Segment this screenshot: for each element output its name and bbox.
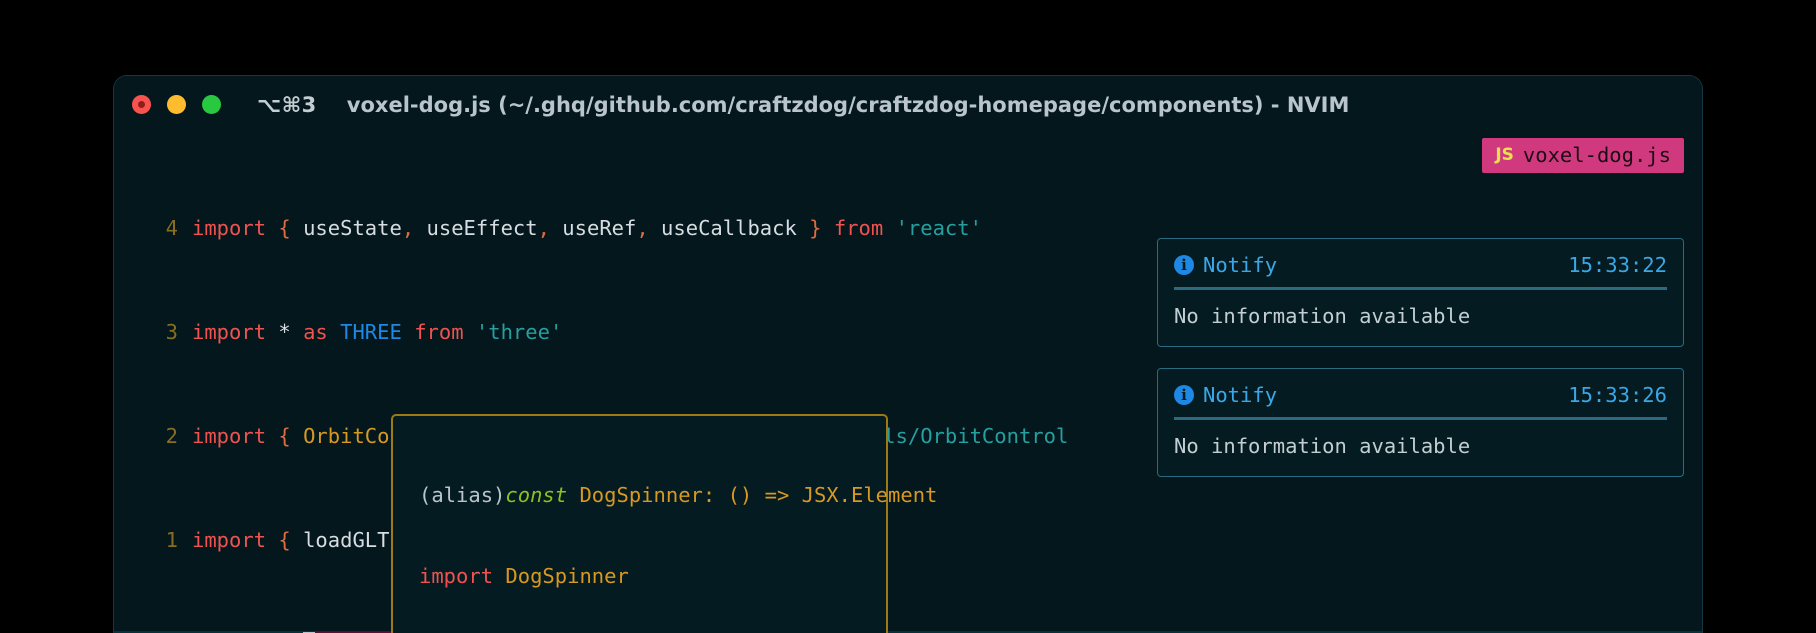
line-number: 1 (165, 528, 178, 552)
notification-toast[interactable]: i Notify 15:33:26 No information availab… (1157, 368, 1684, 477)
hover-import-line: import DogSpinner (393, 563, 886, 590)
notification-title-group: i Notify (1174, 253, 1277, 277)
notification-body: No information available (1174, 434, 1471, 458)
hover-signature-text: DogSpinner: () => JSX.Element (567, 483, 938, 507)
line-number: 4 (165, 216, 178, 240)
notification-timestamp: 15:33:26 (1568, 383, 1667, 407)
line-number: 3 (165, 320, 178, 344)
hover-import-keyword: import (419, 564, 494, 588)
zoom-button[interactable] (202, 95, 221, 114)
buffer-tab-filename: voxel-dog.js (1522, 143, 1671, 167)
minimize-button[interactable] (167, 95, 186, 114)
info-icon: i (1174, 255, 1194, 275)
notification-body: No information available (1174, 304, 1471, 328)
line-content: import * as THREE from 'three' (192, 320, 563, 344)
hover-import-name: DogSpinner (493, 564, 629, 588)
js-file-icon: JS (1495, 145, 1514, 165)
code-line: 1 import { loadGLTFModel } from '../lib/… (114, 527, 1702, 553)
notification-title: Notify (1203, 383, 1278, 407)
lsp-hover-tooltip: (alias)const DogSpinner: () => JSX.Eleme… (391, 414, 937, 633)
editor-window: ⌥⌘3 voxel-dog.js (~/.ghq/github.com/craf… (113, 75, 1703, 633)
hover-const-keyword: const (505, 483, 568, 507)
notification-header: i Notify 15:33:26 (1158, 369, 1683, 417)
notification-header: i Notify 15:33:22 (1158, 239, 1683, 287)
title-bar: ⌥⌘3 voxel-dog.js (~/.ghq/github.com/craf… (114, 76, 1702, 133)
info-icon: i (1174, 385, 1194, 405)
notification-title-group: i Notify (1174, 383, 1277, 407)
line-number: 2 (165, 424, 178, 448)
line-content: import { useState, useEffect, useRef, us… (192, 216, 982, 240)
hover-signature-line: (alias)const DogSpinner: () => JSX.Eleme… (393, 482, 937, 509)
window-shortcut-label: ⌥⌘3 (257, 92, 317, 117)
hover-alias-label: (alias) (419, 483, 506, 507)
buffer-tab-badge[interactable]: JS voxel-dog.js (1482, 138, 1684, 173)
notification-timestamp: 15:33:22 (1568, 253, 1667, 277)
close-button[interactable] (132, 95, 151, 114)
window-title: voxel-dog.js (~/.ghq/github.com/craftzdo… (346, 92, 1350, 117)
screenshot-root: ⌥⌘3 voxel-dog.js (~/.ghq/github.com/craf… (0, 0, 1816, 633)
notification-title: Notify (1203, 253, 1278, 277)
editor-area[interactable]: 4 import { useState, useEffect, useRef, … (114, 133, 1702, 633)
traffic-lights (132, 95, 221, 114)
notification-toast[interactable]: i Notify 15:33:22 No information availab… (1157, 238, 1684, 347)
